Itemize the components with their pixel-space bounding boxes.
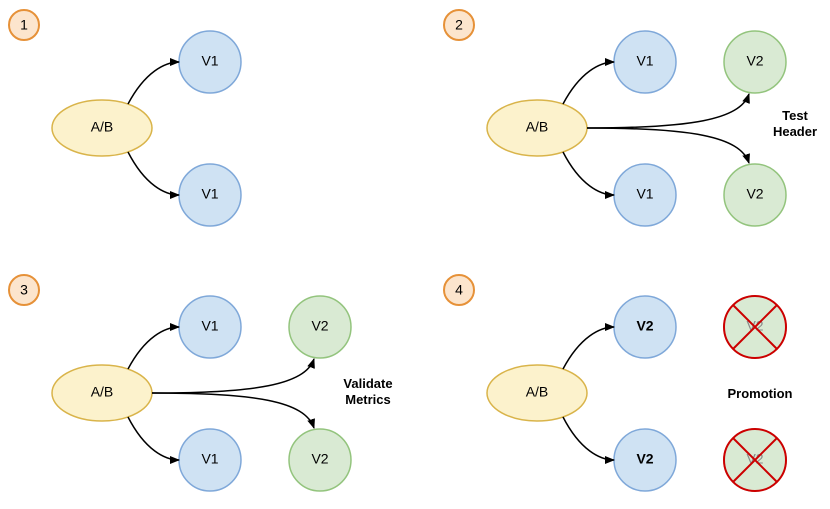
- ab-node-2-label: A/B: [526, 119, 549, 135]
- arrow-1-top: [128, 62, 179, 104]
- v1-node-2-bottom-label: V1: [636, 186, 653, 202]
- step-badge-3-label: 3: [20, 282, 28, 298]
- arrow-3-v2-top: [152, 359, 314, 393]
- arrow-3-v2-bottom: [152, 393, 314, 428]
- ab-node-3-label: A/B: [91, 384, 114, 400]
- annot-test-header-l1: Test: [782, 108, 808, 123]
- annot-validate-l1: Validate: [343, 376, 392, 391]
- arrow-2-v1-top: [563, 62, 614, 104]
- step-badge-1-label: 1: [20, 17, 28, 33]
- panel-3: 3 A/B V1 V1 V2 V2 Validate Metrics: [9, 275, 393, 491]
- diagram-root: 1 A/B V1 V1 2 A/B V1 V1 V2 V2: [0, 0, 830, 509]
- panel-1: 1 A/B V1 V1: [9, 10, 241, 226]
- v2-promoted-bottom-label: V2: [636, 451, 653, 467]
- annot-promotion: Promotion: [728, 386, 793, 401]
- arrow-1-bottom: [128, 152, 179, 195]
- v2-node-3-bottom-label: V2: [311, 451, 328, 467]
- step-badge-2-label: 2: [455, 17, 463, 33]
- arrow-3-v1-top: [128, 327, 179, 369]
- v2-promoted-top-label: V2: [636, 318, 653, 334]
- panel-4: 4 A/B V2 V2 V2 V2 Promotion: [444, 275, 793, 491]
- ab-node-1-label: A/B: [91, 119, 114, 135]
- arrow-4-top: [563, 327, 614, 369]
- annot-validate-l2: Metrics: [345, 392, 391, 407]
- v2-removed-bottom: V2: [724, 429, 786, 491]
- annot-test-header-l2: Header: [773, 124, 817, 139]
- v1-node-3-bottom-label: V1: [201, 451, 218, 467]
- panel-2: 2 A/B V1 V1 V2 V2 Test Header: [444, 10, 817, 226]
- arrow-4-bottom: [563, 417, 614, 460]
- ab-node-4-label: A/B: [526, 384, 549, 400]
- arrow-2-v2-top: [587, 94, 749, 128]
- v1-node-1-bottom-label: V1: [201, 186, 218, 202]
- v2-node-3-top-label: V2: [311, 318, 328, 334]
- v2-node-2-top-label: V2: [746, 53, 763, 69]
- v2-removed-top: V2: [724, 296, 786, 358]
- v1-node-2-top-label: V1: [636, 53, 653, 69]
- step-badge-4-label: 4: [455, 282, 463, 298]
- arrow-3-v1-bottom: [128, 417, 179, 460]
- arrow-2-v1-bottom: [563, 152, 614, 195]
- v1-node-3-top-label: V1: [201, 318, 218, 334]
- v2-node-2-bottom-label: V2: [746, 186, 763, 202]
- v1-node-1-top-label: V1: [201, 53, 218, 69]
- arrow-2-v2-bottom: [587, 128, 749, 163]
